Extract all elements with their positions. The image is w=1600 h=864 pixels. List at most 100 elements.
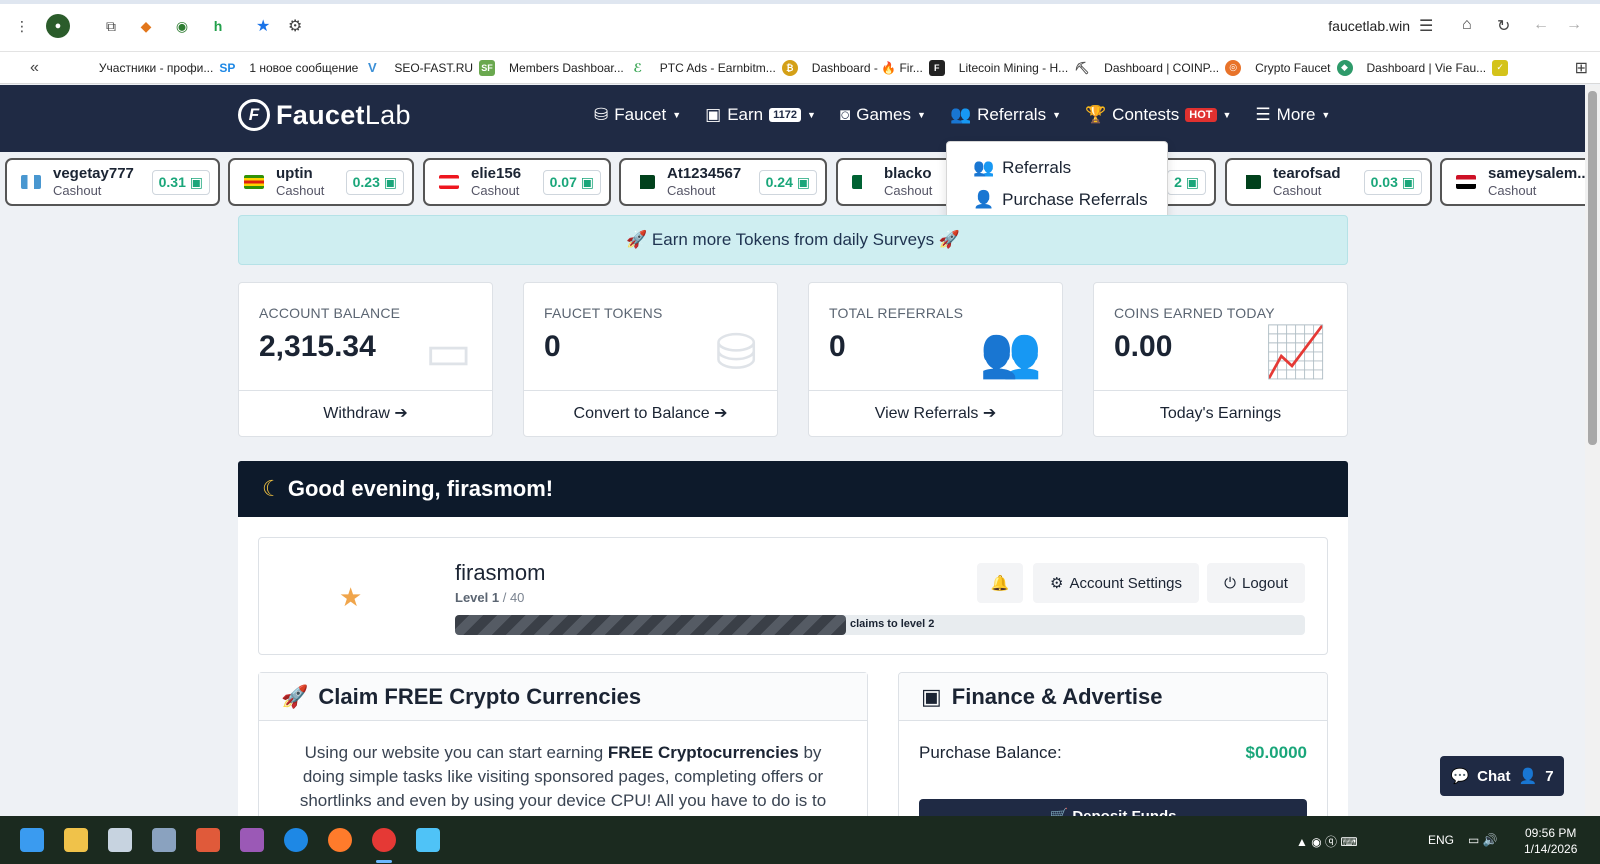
- cashout-amount: 0.24 ▣: [758, 169, 817, 195]
- collapse-sidebar-icon[interactable]: «: [30, 59, 39, 77]
- account-settings-button[interactable]: ⚙ Account Settings: [1033, 563, 1199, 603]
- network-volume-icon[interactable]: ▭ 🔊: [1468, 833, 1498, 847]
- bookmark-item[interactable]: Crypto Faucet ◆: [1255, 59, 1353, 76]
- metamask-icon[interactable]: ◆: [134, 14, 158, 38]
- bookmark-item[interactable]: Dashboard | Vie Fau... ✓: [1367, 59, 1509, 76]
- bookmark-sp-icon: SP: [219, 59, 236, 76]
- windows-start-icon[interactable]: [20, 828, 44, 852]
- bookmark-star-icon[interactable]: ★: [256, 16, 270, 36]
- arrow-circle-right-icon: ➔: [982, 405, 997, 422]
- store-icon[interactable]: [64, 828, 88, 852]
- explorer-icon[interactable]: [152, 828, 176, 852]
- site-navbar: F FaucetLab ⛁ Faucet ▼ ▣ Earn 1172 ▼ ◙ Games ▼ …: [0, 85, 1585, 152]
- bookmark-mining-icon: ⛏: [1074, 59, 1091, 76]
- bookmark-sf-icon: SF: [479, 59, 496, 76]
- tab-strip: [0, 0, 1600, 4]
- money-bill-icon: ▣: [796, 173, 810, 190]
- tune-icon[interactable]: ☰: [1419, 16, 1433, 36]
- money-bill-icon: ▣: [921, 683, 942, 709]
- apps-grid-icon[interactable]: ⊞: [1575, 58, 1588, 78]
- extensions-icon[interactable]: ⧉: [99, 14, 123, 38]
- bookmark-ce-icon: ℰ: [629, 59, 646, 76]
- bookmarks-bar: « Участники - профи... SP 1 новое сообщен…: [0, 52, 1600, 84]
- extension-h-icon[interactable]: h: [206, 14, 230, 38]
- logout-button[interactable]: ⏻ Logout: [1207, 563, 1305, 603]
- back-arrow-icon[interactable]: ←: [1533, 16, 1549, 34]
- tray-icons[interactable]: ▲ ◉ ⓠ ⌨: [1296, 833, 1358, 850]
- page-scrollbar[interactable]: [1585, 85, 1600, 816]
- bookmark-item[interactable]: Dashboard - 🔥 Fir... F: [812, 59, 945, 76]
- flag-icon: [21, 175, 41, 189]
- nav-games[interactable]: ◙ Games ▼: [840, 105, 926, 125]
- convert-balance-link[interactable]: Convert to Balance ➔: [524, 390, 777, 436]
- reload-icon[interactable]: ↻: [1497, 16, 1510, 36]
- claim-card-title: 🚀 Claim FREE Crypto Currencies: [259, 673, 867, 721]
- users-icon: 👥: [949, 105, 972, 124]
- purchase-balance-row: Purchase Balance: $0.0000: [919, 743, 1307, 762]
- users-icon: 👥: [979, 324, 1042, 380]
- active-app-indicator: [376, 860, 392, 863]
- chrome-icon[interactable]: [372, 828, 396, 852]
- money-bill-icon: ▣: [383, 173, 397, 190]
- forward-arrow-icon[interactable]: →: [1566, 16, 1582, 34]
- home-icon[interactable]: ⌂: [1462, 16, 1472, 34]
- menu-kebab-icon[interactable]: ⋮: [10, 14, 34, 38]
- view-referrals-link[interactable]: View Referrals ➔: [809, 390, 1062, 436]
- nav-more[interactable]: ☰ More ▼: [1255, 105, 1330, 125]
- system-clock[interactable]: 09:56 PM 1/14/2026: [1524, 825, 1577, 857]
- caret-down-icon: ▼: [807, 110, 816, 120]
- logo-mark-icon: F: [238, 99, 270, 131]
- notepad-icon[interactable]: [108, 828, 132, 852]
- bookmark-item[interactable]: 1 новое сообщение V: [249, 59, 381, 76]
- withdraw-link[interactable]: Withdraw ➔: [239, 390, 492, 436]
- todays-earnings-link[interactable]: Today's Earnings: [1094, 390, 1347, 436]
- edge-icon[interactable]: [284, 828, 308, 852]
- bookmark-item[interactable]: SEO-FAST.RU SF: [394, 59, 496, 76]
- caret-down-icon: ▼: [917, 110, 926, 120]
- notes-icon[interactable]: [416, 828, 440, 852]
- bookmark-drop-icon: ◆: [1336, 59, 1353, 76]
- app-icon[interactable]: [196, 828, 220, 852]
- language-indicator[interactable]: ENG: [1428, 833, 1454, 847]
- site-info-icon[interactable]: ⚙: [288, 16, 302, 36]
- extension-globe-icon[interactable]: ◉: [170, 14, 194, 38]
- nav-referrals[interactable]: 👥 Referrals ▼: [950, 105, 1061, 125]
- bookmark-item[interactable]: Dashboard | COINP... ◎: [1104, 59, 1242, 76]
- nav-faucet[interactable]: ⛁ Faucet ▼: [594, 105, 681, 125]
- profile-level: Level 1 / 40: [455, 590, 525, 605]
- bookmark-item[interactable]: Litecoin Mining - H... ⛏: [959, 59, 1091, 76]
- nav-contests[interactable]: 🏆 Contests HOT ▼: [1085, 105, 1231, 125]
- dropdown-item-purchase-referrals[interactable]: 👤 Purchase Referrals: [947, 184, 1167, 216]
- money-bill-icon: ▣: [1401, 173, 1415, 190]
- surveys-alert[interactable]: 🚀 Earn more Tokens from daily Surveys 🚀: [238, 215, 1348, 265]
- ticker-card: vegetay777 Cashout 0.31 ▣: [5, 158, 220, 206]
- app-icon[interactable]: [240, 828, 264, 852]
- notifications-button[interactable]: 🔔: [977, 563, 1023, 603]
- scroll-thumb[interactable]: [1588, 91, 1597, 445]
- flag-icon: [1241, 175, 1261, 189]
- flag-icon: [439, 175, 459, 189]
- bookmark-item[interactable]: PTC Ads - Earnbitm... ₿: [660, 59, 798, 76]
- address-bar[interactable]: [248, 11, 1458, 43]
- bookmark-item[interactable]: Members Dashboar... ℰ: [509, 59, 646, 76]
- chat-button[interactable]: 💬 Chat 👤 7: [1440, 756, 1564, 796]
- site-logo[interactable]: F FaucetLab: [238, 99, 411, 131]
- arrow-circle-right-icon: ➔: [394, 405, 408, 422]
- earn-count-badge: 1172: [769, 108, 802, 122]
- profile-avatar-icon[interactable]: ●: [46, 14, 70, 38]
- profile-panel: ★ firasmom Level 1 / 40 claims to level …: [258, 537, 1328, 655]
- dropdown-item-referrals[interactable]: 👥 Referrals: [947, 152, 1167, 184]
- firefox-icon[interactable]: [328, 828, 352, 852]
- flag-icon: [244, 175, 264, 189]
- flag-icon: [852, 175, 872, 189]
- money-bill-icon: ▣: [189, 173, 203, 190]
- ticker-card: sameysalem.. Cashout: [1440, 158, 1585, 206]
- nav-earn[interactable]: ▣ Earn 1172 ▼: [705, 105, 816, 125]
- bookmark-coin-icon: ₿: [781, 59, 798, 76]
- gamepad-icon: ◙: [839, 105, 851, 124]
- bookmark-item[interactable]: Участники - профи... SP: [99, 59, 236, 76]
- stat-card-earned-today: COINS EARNED TODAY 0.00 📈 Today's Earnin…: [1093, 282, 1348, 437]
- comments-icon: 💬: [1450, 768, 1470, 785]
- windows-taskbar: ▲ ◉ ⓠ ⌨ ENG ▭ 🔊 09:56 PM 1/14/2026: [0, 816, 1600, 864]
- url-text[interactable]: faucetlab.win: [1328, 18, 1410, 34]
